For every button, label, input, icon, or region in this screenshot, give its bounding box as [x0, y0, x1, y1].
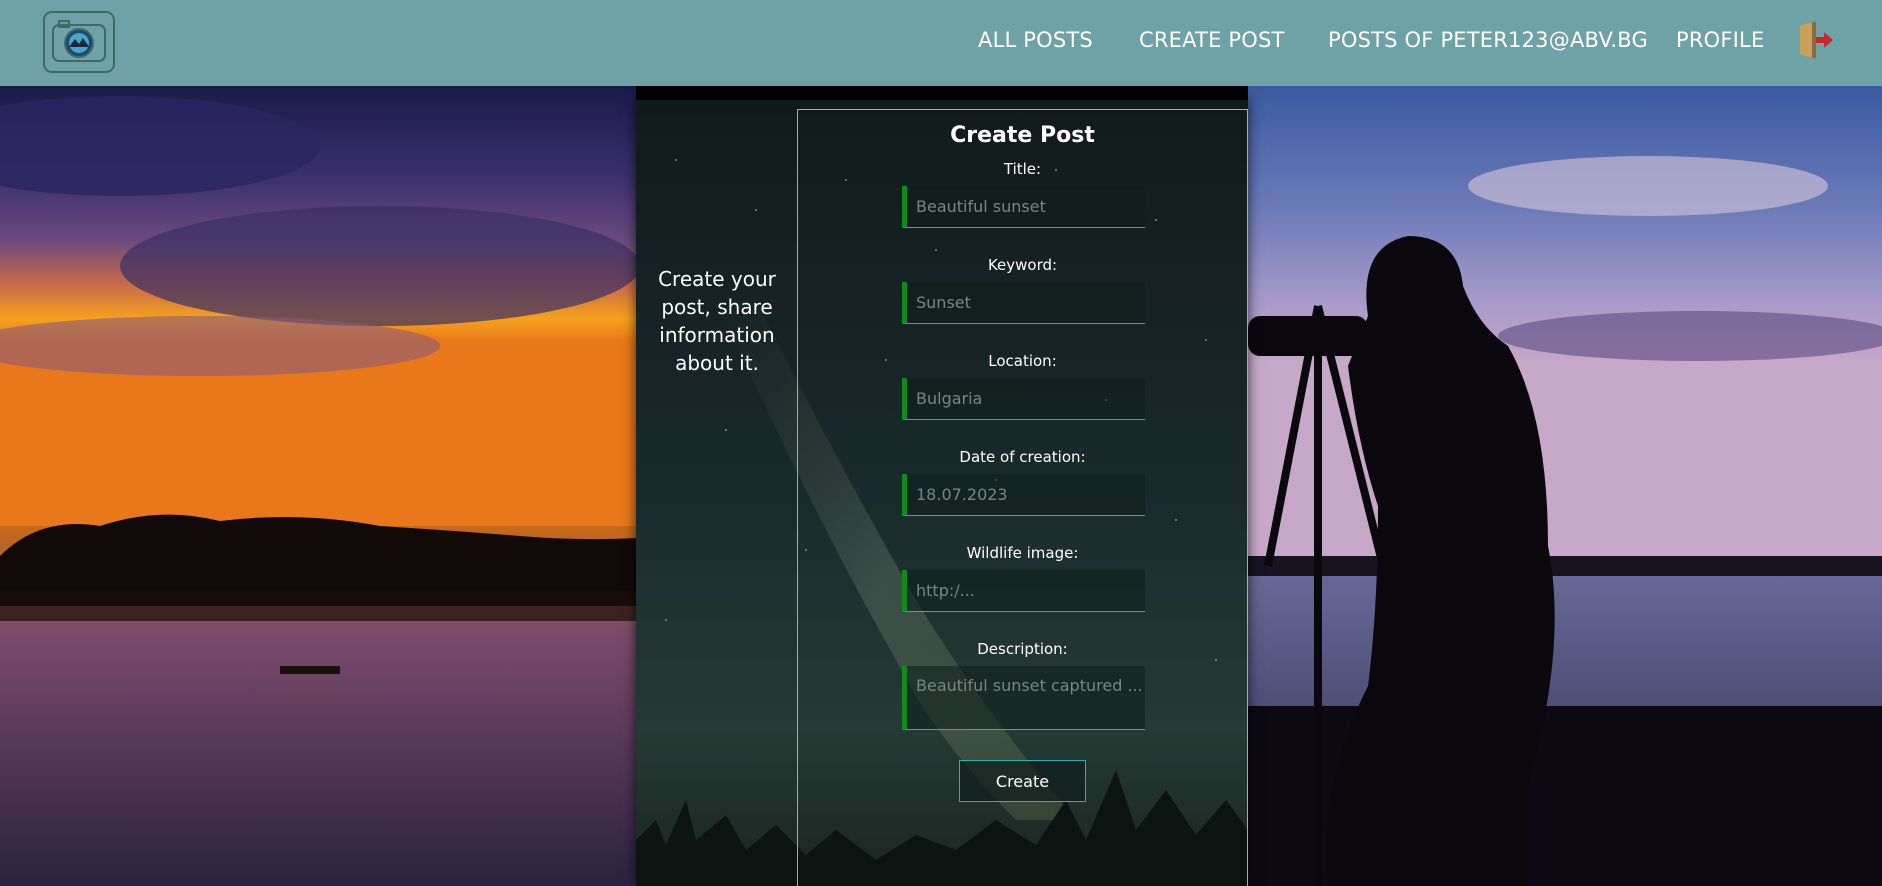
- location-label: Location:: [988, 352, 1057, 370]
- title-label: Title:: [1003, 160, 1042, 178]
- image-url-label: Wildlife image:: [966, 544, 1079, 562]
- title-input[interactable]: [902, 186, 1145, 228]
- date-label: Date of creation:: [959, 448, 1086, 466]
- create-post-form: Create Post Title: Keyword: Location: Da…: [797, 109, 1248, 886]
- form-title: Create Post: [950, 123, 1095, 148]
- logout-door-icon[interactable]: [1796, 20, 1834, 60]
- nav-links: ALL POSTS CREATE POST POSTS OF PETER123@…: [0, 0, 1882, 86]
- date-input[interactable]: [902, 474, 1145, 516]
- create-post-card: Create your post, share information abou…: [636, 100, 1248, 886]
- nav-all-posts[interactable]: ALL POSTS: [978, 28, 1093, 52]
- background-photographer-image: [1248, 86, 1882, 886]
- keyword-input[interactable]: [902, 282, 1145, 324]
- create-button[interactable]: Create: [959, 760, 1086, 802]
- keyword-label: Keyword:: [987, 256, 1058, 274]
- description-textarea[interactable]: [902, 666, 1145, 730]
- background-sunset-image: [0, 86, 636, 886]
- nav-create-post[interactable]: CREATE POST: [1139, 28, 1285, 52]
- image-url-input[interactable]: [902, 570, 1145, 612]
- location-input[interactable]: [902, 378, 1145, 420]
- nav-my-posts[interactable]: POSTS OF PETER123@ABV.BG: [1328, 28, 1648, 52]
- description-label: Description:: [977, 640, 1068, 658]
- top-navbar: ALL POSTS CREATE POST POSTS OF PETER123@…: [0, 0, 1882, 86]
- nav-profile[interactable]: PROFILE: [1676, 28, 1764, 52]
- side-intro-text: Create your post, share information abou…: [658, 267, 776, 375]
